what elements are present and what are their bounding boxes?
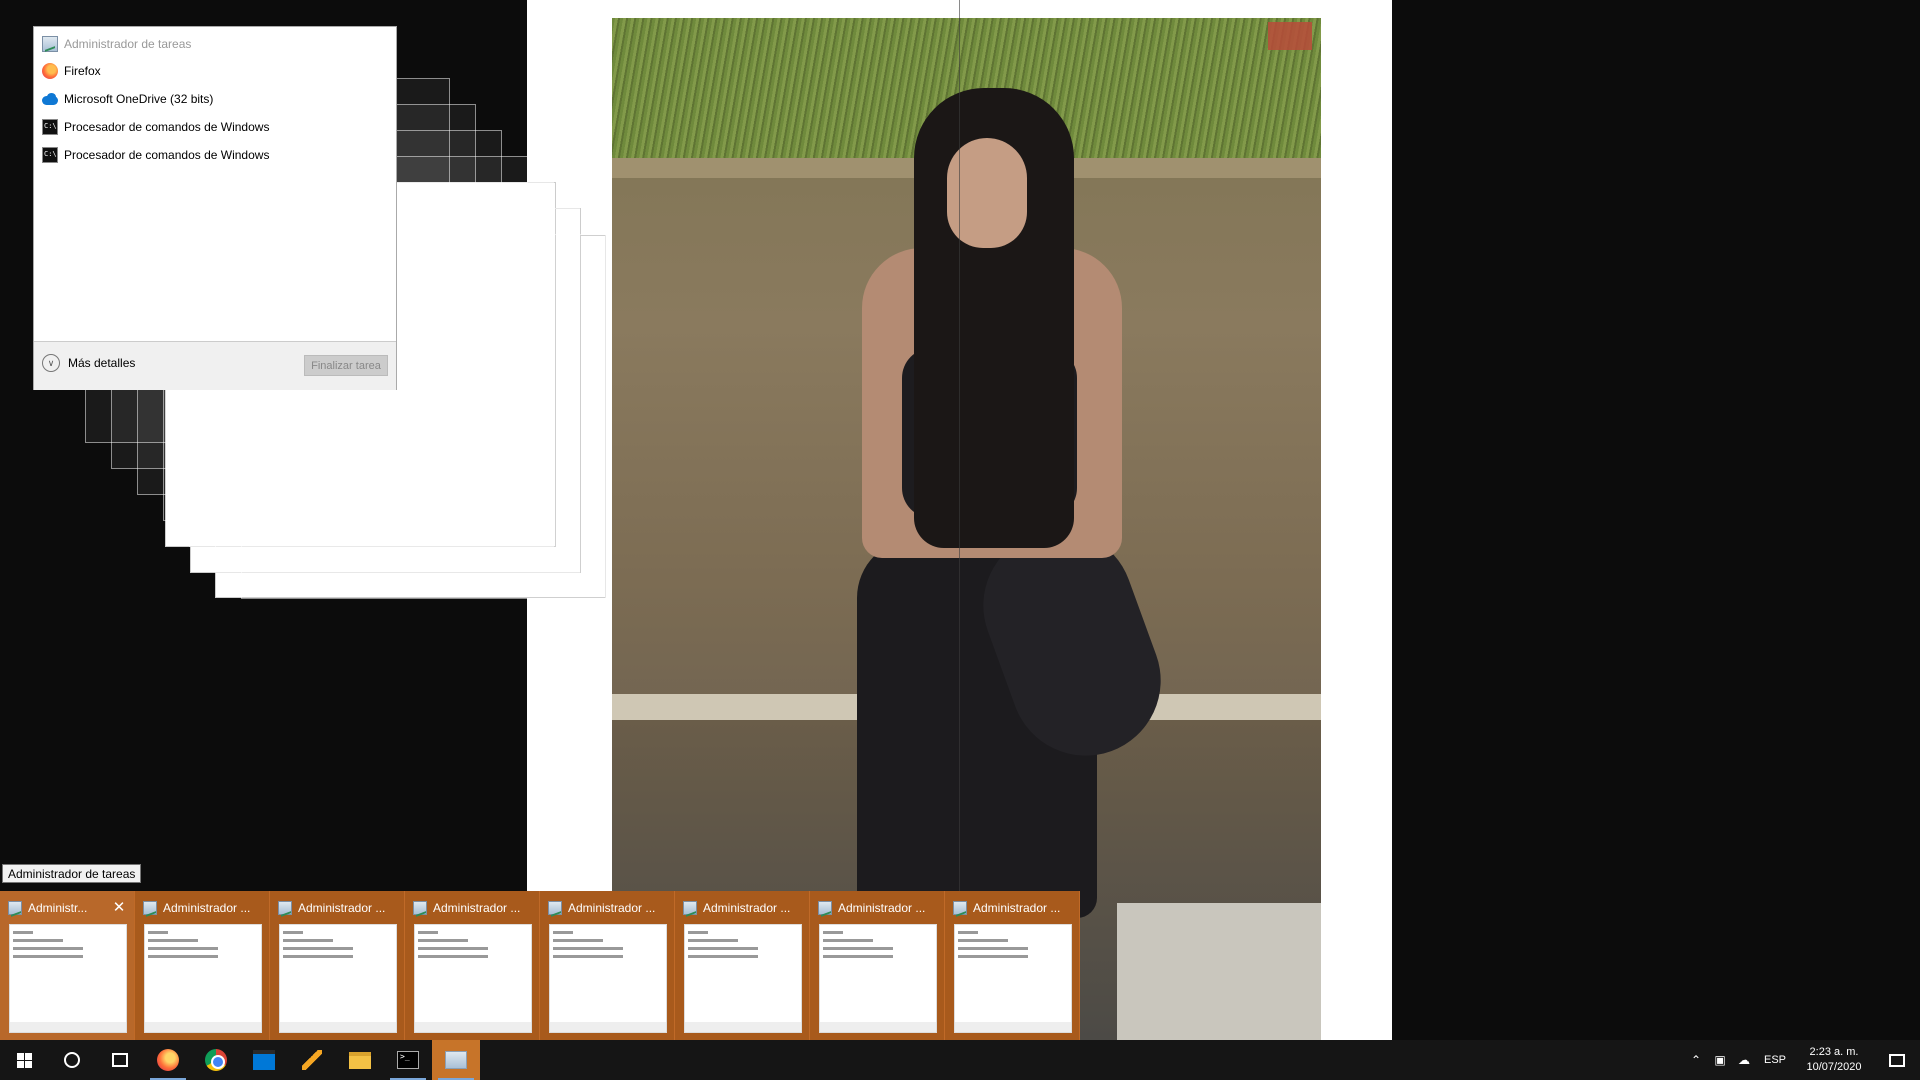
thumbnail-preview	[9, 924, 127, 1033]
cmd-icon: >_	[397, 1051, 419, 1069]
notification-center-button[interactable]	[1874, 1040, 1920, 1080]
end-task-button[interactable]: Finalizar tarea	[304, 355, 388, 376]
thumbnail[interactable]: Administrador ...	[540, 891, 675, 1040]
thumbnail-preview	[414, 924, 532, 1033]
onedrive-icon[interactable]: ☁	[1732, 1040, 1756, 1080]
notification-icon	[1889, 1053, 1905, 1067]
task-manager-icon	[42, 36, 58, 52]
bolt-app-taskbar-button[interactable]	[288, 1040, 336, 1080]
thumbnail-preview	[684, 924, 802, 1033]
file-explorer-taskbar-button[interactable]	[336, 1040, 384, 1080]
task-manager-icon	[818, 901, 832, 915]
more-details-button[interactable]: ∨ Más detalles	[42, 354, 135, 372]
app-item-firefox[interactable]: Firefox	[42, 61, 101, 81]
close-icon[interactable]: ✕	[110, 898, 128, 916]
thumbnail-preview	[549, 924, 667, 1033]
file-explorer-icon	[349, 1051, 371, 1069]
chevron-down-icon: ∨	[42, 354, 60, 372]
task-manager-window[interactable]: Administrador de tareas Firefox Microsof…	[33, 26, 397, 390]
cmd-icon	[42, 119, 58, 135]
cortana-button[interactable]	[48, 1040, 96, 1080]
firefox-icon	[42, 63, 58, 79]
thumbnail[interactable]: Administrador ...	[135, 891, 270, 1040]
task-view-button[interactable]	[96, 1040, 144, 1080]
photo-image	[612, 18, 1321, 1040]
firefox-taskbar-button[interactable]	[144, 1040, 192, 1080]
thumbnail[interactable]: Administrador ...	[810, 891, 945, 1040]
task-manager-icon	[8, 901, 22, 915]
thumbnail[interactable]: Administrador ...	[270, 891, 405, 1040]
language-indicator[interactable]: ESP	[1756, 1054, 1794, 1066]
task-manager-icon	[548, 901, 562, 915]
bolt-app-icon	[302, 1050, 322, 1070]
system-tray: ⌃ ▣ ☁ ESP 2:23 a. m. 10/07/2020	[1684, 1040, 1920, 1080]
thumbnail[interactable]: Administr... ✕	[0, 891, 135, 1040]
task-view-icon	[112, 1053, 128, 1067]
taskbar: >_ ⌃ ▣ ☁ ESP 2:23 a. m. 10/07/2020	[0, 1040, 1920, 1080]
app-item-cmd[interactable]: Procesador de comandos de Windows	[42, 145, 269, 165]
desktop: Administrador de tareas Firefox Microsof…	[0, 0, 1920, 1040]
start-button[interactable]	[0, 1040, 48, 1080]
thumbnail[interactable]: Administrador ...	[945, 891, 1080, 1040]
taskbar-thumbnails: Administr... ✕ Administrador ... Adminis…	[0, 891, 1080, 1040]
thumbnail-preview	[144, 924, 262, 1033]
cmd-taskbar-button[interactable]: >_	[384, 1040, 432, 1080]
chrome-taskbar-button[interactable]	[192, 1040, 240, 1080]
clock[interactable]: 2:23 a. m. 10/07/2020	[1794, 1045, 1874, 1075]
thumbnail[interactable]: Administrador ...	[675, 891, 810, 1040]
cmd-icon	[42, 147, 58, 163]
task-manager-footer: ∨ Más detalles Finalizar tarea	[34, 342, 396, 390]
store-taskbar-button[interactable]	[240, 1040, 288, 1080]
cortana-icon	[64, 1052, 80, 1068]
thumbnail[interactable]: Administrador ...	[405, 891, 540, 1040]
chrome-icon	[205, 1049, 227, 1071]
task-manager-icon	[413, 901, 427, 915]
task-manager-taskbar-button[interactable]	[432, 1040, 480, 1080]
windows-logo-icon	[16, 1052, 32, 1068]
window-title: Administrador de tareas	[42, 35, 191, 53]
onedrive-icon	[42, 91, 58, 107]
app-item-onedrive[interactable]: Microsoft OneDrive (32 bits)	[42, 89, 213, 109]
task-manager-icon	[278, 901, 292, 915]
thumbnail-preview	[279, 924, 397, 1033]
tooltip: Administrador de tareas	[2, 864, 142, 883]
task-manager-icon	[143, 901, 157, 915]
task-manager-icon	[683, 901, 697, 915]
network-icon[interactable]: ▣	[1708, 1040, 1732, 1080]
task-manager-icon	[953, 901, 967, 915]
app-item-cmd[interactable]: Procesador de comandos de Windows	[42, 117, 269, 137]
chevron-up-icon[interactable]: ⌃	[1684, 1040, 1708, 1080]
task-manager-icon	[445, 1051, 467, 1069]
thumbnail-preview	[954, 924, 1072, 1033]
date: 10/07/2020	[1806, 1061, 1862, 1073]
thumbnail-preview	[819, 924, 937, 1033]
firefox-icon	[157, 1049, 179, 1071]
time: 2:23 a. m.	[1809, 1046, 1859, 1058]
store-icon	[253, 1050, 275, 1070]
